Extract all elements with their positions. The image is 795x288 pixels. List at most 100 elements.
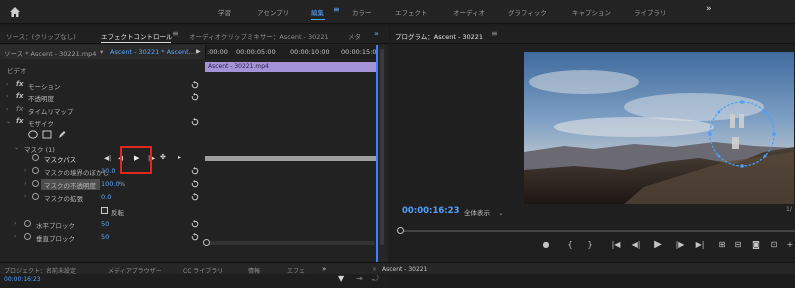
workspace-tab-learn[interactable]: 学習 xyxy=(218,7,231,17)
expand-timeline-icon[interactable]: ▶ xyxy=(196,48,201,55)
chevron-right-icon[interactable]: › xyxy=(24,180,26,187)
effect-opacity[interactable]: › fx 不透明度 xyxy=(0,91,205,103)
reset-icon[interactable] xyxy=(191,93,199,101)
mark-out-icon[interactable]: } xyxy=(584,240,596,249)
export-icon[interactable]: ⇥ xyxy=(356,274,363,283)
tab-timeline-sequence[interactable]: Ascent - 30221 xyxy=(382,266,427,273)
vertical-scrollbar[interactable] xyxy=(378,45,387,266)
chevron-right-icon[interactable]: › xyxy=(24,193,26,200)
zoom-handle-left[interactable] xyxy=(397,227,404,234)
home-icon[interactable] xyxy=(9,6,21,18)
chevron-right-icon[interactable]: › xyxy=(14,220,16,227)
track-backward-one-frame-icon[interactable]: ◀| xyxy=(104,154,111,162)
stopwatch-icon[interactable] xyxy=(32,167,39,174)
chevron-right-icon[interactable]: › xyxy=(14,233,16,240)
mask-opacity-value[interactable]: 100.0 xyxy=(101,180,120,188)
effect-time-remap[interactable]: › fx タイムリマップ xyxy=(0,104,205,116)
insert-icon[interactable]: ⊞ xyxy=(716,240,728,249)
horizontal-blocks-value[interactable]: 50 xyxy=(101,220,109,228)
reset-icon[interactable] xyxy=(191,167,199,175)
zoom-handle-left[interactable] xyxy=(203,239,210,246)
loop-icon[interactable]: ⤾ xyxy=(372,274,379,284)
tracking-method-dropdown-icon[interactable]: ▸ xyxy=(178,154,181,161)
chevron-down-icon[interactable]: ⌄ xyxy=(6,118,11,125)
bottom-more-button[interactable]: » xyxy=(322,265,326,273)
mark-in-icon[interactable]: { xyxy=(564,240,576,249)
tab-audio-clip-mixer[interactable]: オーディオクリップミキサー：Ascent - 30221 xyxy=(189,31,329,41)
panel-menu-icon[interactable]: ≡ xyxy=(172,29,179,38)
pen-tool-icon[interactable] xyxy=(57,129,67,139)
reset-icon[interactable] xyxy=(191,220,199,228)
sequence-clip-selector[interactable]: Ascent - 30221 * Ascent... xyxy=(110,48,195,56)
comparison-view-icon[interactable]: ⊡ xyxy=(768,240,780,249)
horizontal-blocks-row[interactable]: › 水平ブロック 50 xyxy=(0,218,205,230)
chevron-right-icon[interactable]: › xyxy=(6,93,8,100)
source-clip-selector[interactable]: ソース * Ascent - 30221.mp4 xyxy=(4,48,96,58)
fx-icon[interactable]: fx xyxy=(16,80,24,88)
stopwatch-icon[interactable] xyxy=(24,220,31,227)
stopwatch-icon[interactable] xyxy=(24,233,31,240)
reset-icon[interactable] xyxy=(191,180,199,188)
rectangle-mask-icon[interactable] xyxy=(42,130,52,139)
left-panel-more-button[interactable]: » xyxy=(374,29,379,38)
reset-icon[interactable] xyxy=(191,233,199,241)
workspace-menu-icon[interactable]: ≡ xyxy=(333,5,340,14)
effect-motion[interactable]: › fx モーション xyxy=(0,79,205,91)
mask-feather-row[interactable]: › マスクの境界のぼかし 10.0 xyxy=(0,165,205,177)
workspace-tab-libraries[interactable]: ライブラリ xyxy=(634,7,667,17)
workspace-tab-color[interactable]: カラー xyxy=(352,7,372,17)
clip-selector-dropdown-icon[interactable]: ▾ xyxy=(100,48,103,56)
filter-icon[interactable]: ▼ xyxy=(338,274,344,283)
stopwatch-icon[interactable] xyxy=(32,193,39,200)
workspace-tab-captions[interactable]: キャプション xyxy=(572,7,611,17)
stopwatch-icon[interactable] xyxy=(32,154,39,161)
camera-icon[interactable]: ◙ xyxy=(750,240,762,249)
workspace-tab-audio[interactable]: オーディオ xyxy=(453,7,485,17)
tab-metadata[interactable]: メタ xyxy=(348,31,361,41)
workspace-more-button[interactable]: » xyxy=(706,4,712,14)
program-time-ruler[interactable] xyxy=(397,227,795,234)
chevron-down-icon[interactable]: ⌄ xyxy=(14,144,19,151)
reset-icon[interactable] xyxy=(191,193,199,201)
fx-icon[interactable]: fx xyxy=(16,117,24,125)
chevron-right-icon[interactable]: › xyxy=(6,106,8,113)
workspace-tab-effects[interactable]: エフェクト xyxy=(395,7,428,17)
workspace-tab-editing[interactable]: 編集 xyxy=(311,7,324,17)
mask-expansion-value[interactable]: 0.0 xyxy=(101,193,111,201)
fit-level-dropdown[interactable]: 全体表示 ⌄ xyxy=(464,207,518,217)
inverted-checkbox[interactable] xyxy=(101,207,108,214)
add-marker-icon[interactable]: ● xyxy=(540,240,552,249)
clip-bar[interactable]: Ascent - 30221.mp4 xyxy=(205,62,378,72)
tab-program[interactable]: プログラム：Ascent - 30221 xyxy=(395,31,483,41)
step-forward-icon[interactable]: |▶ xyxy=(674,240,686,249)
current-time-display[interactable]: 00:00:16:23 xyxy=(4,276,41,283)
program-timecode[interactable]: 00:00:16:23 xyxy=(402,206,460,216)
vertical-blocks-value[interactable]: 50 xyxy=(101,233,109,241)
stopwatch-icon[interactable] xyxy=(32,180,39,187)
mask-inverted-row[interactable]: 反転 xyxy=(0,205,205,217)
tab-effect-controls[interactable]: エフェクトコントロール xyxy=(101,31,173,41)
tracking-method-icon[interactable]: ✤ xyxy=(160,153,166,161)
play-icon[interactable]: ▶ xyxy=(652,239,664,250)
vertical-scroll-thumb[interactable] xyxy=(380,49,384,245)
program-menu-icon[interactable]: ≡ xyxy=(491,29,498,38)
reset-icon[interactable] xyxy=(191,81,199,89)
go-to-in-icon[interactable]: |◀ xyxy=(610,240,622,249)
mask-expansion-row[interactable]: › マスクの拡張 0.0 xyxy=(0,191,205,203)
go-to-out-icon[interactable]: ▶| xyxy=(694,240,706,249)
vertical-blocks-row[interactable]: › 垂直ブロック 50 xyxy=(0,231,205,243)
workspace-tab-graphics[interactable]: グラフィック xyxy=(508,7,547,17)
effect-timeline-zoom-bar[interactable] xyxy=(203,239,375,246)
effect-timeline-ruler[interactable]: :00:00 00:00:05:00 00:00:10:00 00:00:15:… xyxy=(205,45,381,59)
mask-opacity-row[interactable]: › マスクの不透明度 100.0 % xyxy=(0,178,205,190)
program-video-frame[interactable] xyxy=(524,52,794,204)
mask-feather-value[interactable]: 10.0 xyxy=(101,167,115,175)
resolution-dropdown[interactable]: 1/ xyxy=(786,206,792,213)
fx-icon[interactable]: fx xyxy=(16,92,24,100)
tab-source[interactable]: ソース：(クリップなし) xyxy=(6,31,76,41)
more-controls-icon[interactable]: + xyxy=(784,240,795,249)
overwrite-icon[interactable]: ⊟ xyxy=(732,240,744,249)
workspace-tab-assembly[interactable]: アセンブリ xyxy=(257,7,289,17)
ellipse-mask-icon[interactable] xyxy=(28,130,38,139)
close-icon[interactable]: × xyxy=(372,266,377,273)
